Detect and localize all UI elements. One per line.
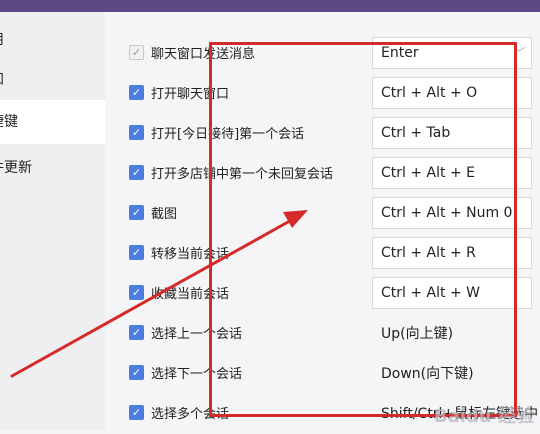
- watermark-logo: Baidu 经验: [433, 406, 534, 427]
- red-arrow-icon: [10, 210, 308, 378]
